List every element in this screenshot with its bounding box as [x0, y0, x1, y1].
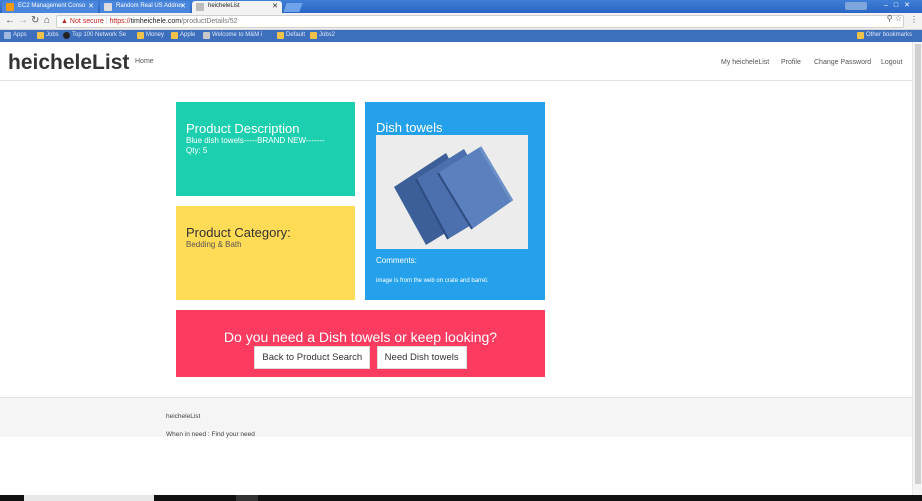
folder-icon	[37, 32, 44, 39]
tab-label: heicheleList	[208, 3, 240, 9]
folder-icon	[137, 32, 144, 39]
address-bar: ← → ↻ ⌂ ▲ Not secure | https://timheiche…	[0, 13, 922, 30]
bookmark-mm[interactable]: Welcome to M&M i	[203, 32, 263, 39]
bookmark-label: Welcome to M&M i	[212, 32, 263, 38]
quantity-text: Qty: 5	[186, 146, 208, 155]
product-image	[376, 135, 528, 249]
product-title: Dish towels	[376, 120, 443, 135]
os-taskbar	[0, 495, 922, 501]
url-path: /productDetails/52	[181, 18, 238, 25]
back-to-search-button[interactable]: Back to Product Search	[254, 346, 371, 369]
folder-icon	[277, 32, 284, 39]
bookmark-label: Jobs	[46, 32, 59, 38]
page-icon	[104, 3, 112, 11]
folder-icon	[310, 32, 317, 39]
product-description-card: Product Description Blue dish towels----…	[176, 102, 355, 196]
warning-icon: ▲	[61, 18, 68, 25]
call-to-action-card: Do you need a Dish towels or keep lookin…	[176, 310, 545, 377]
folder-icon	[857, 32, 864, 39]
nav-profile-link[interactable]: Profile	[781, 59, 801, 66]
eye-icon	[63, 32, 70, 39]
site-navbar: heicheleList Home My heicheleList Profil…	[0, 42, 912, 81]
browser-tab-strip: EC2 Management Conso ✕ Random Real US Ad…	[0, 0, 922, 13]
comments-label: Comments:	[376, 256, 417, 265]
folder-icon	[171, 32, 178, 39]
nav-change-password-link[interactable]: Change Password	[814, 59, 871, 66]
close-icon[interactable]: ✕	[180, 2, 186, 10]
bookmark-label: Top 100 Network Se	[72, 32, 127, 38]
product-card: Dish towels Comments: image is from the …	[365, 102, 545, 300]
forward-arrow-icon[interactable]: →	[18, 15, 28, 26]
bookmark-label: Apple	[180, 32, 196, 38]
search-icon[interactable]: ⚲ ☆	[887, 14, 902, 23]
page-icon	[196, 3, 204, 11]
category-heading: Product Category:	[186, 225, 291, 240]
apps-icon	[4, 32, 11, 39]
url-protocol: https://	[109, 18, 131, 25]
bookmark-default[interactable]: Default	[277, 32, 306, 39]
bookmark-jobs[interactable]: Jobs	[37, 32, 59, 39]
aws-icon	[6, 3, 14, 11]
taskbar-item[interactable]	[236, 495, 258, 501]
bookmark-money[interactable]: Money	[137, 32, 165, 39]
bookmark-top100[interactable]: Top 100 Network Se	[63, 32, 127, 39]
home-icon[interactable]: ⌂	[44, 15, 50, 26]
footer-tagline: When in need : Find your need	[166, 431, 255, 438]
reload-icon[interactable]: ↻	[31, 15, 39, 26]
nav-logout-link[interactable]: Logout	[881, 59, 902, 66]
bookmark-apple[interactable]: Apple	[171, 32, 196, 39]
bookmark-label: Other bookmarks	[866, 32, 913, 38]
cta-question: Do you need a Dish towels or keep lookin…	[223, 329, 498, 345]
bookmark-label: Money	[146, 32, 165, 38]
footer-brand: heicheleList	[166, 413, 201, 420]
scrollbar-thumb[interactable]	[915, 44, 921, 484]
bookmark-label: Apps	[13, 32, 27, 38]
close-icon[interactable]: ✕	[88, 2, 94, 10]
bookmark-label: Default	[286, 32, 306, 38]
menu-icon[interactable]: ⋮	[910, 15, 918, 24]
tab-label: Random Real US Addres	[116, 3, 184, 9]
page-scrollbar[interactable]	[912, 42, 922, 501]
back-arrow-icon[interactable]: ←	[5, 15, 15, 26]
product-category-card: Product Category: Bedding & Bath	[176, 206, 355, 300]
close-icon[interactable]: ✕	[272, 2, 278, 10]
brand-logo[interactable]: heicheleList	[8, 51, 129, 75]
bookmarks-bar: Apps Jobs Top 100 Network Se Money Apple…	[0, 30, 922, 42]
new-tab-button[interactable]	[283, 3, 303, 12]
tab-ec2[interactable]: EC2 Management Conso ✕	[2, 1, 98, 13]
page-content: heicheleList Home My heicheleList Profil…	[0, 42, 912, 501]
tab-random-address[interactable]: Random Real US Addres ✕	[100, 1, 190, 13]
bookmark-other[interactable]: Other bookmarks	[857, 32, 913, 39]
nav-home-link[interactable]: Home	[135, 58, 154, 65]
security-label[interactable]: Not secure	[70, 18, 104, 25]
bookmark-apps[interactable]: Apps	[4, 32, 27, 39]
url-input[interactable]: ▲ Not secure | https://timheichele.com/p…	[56, 15, 904, 28]
taskbar-item[interactable]	[24, 495, 154, 501]
need-item-button[interactable]: Need Dish towels	[376, 346, 467, 369]
tab-heichelelist[interactable]: heicheleList ✕	[192, 1, 282, 13]
description-text: Blue dish towels-----BRAND NEW-------	[186, 136, 325, 145]
page-icon	[203, 32, 210, 39]
nav-my-list-link[interactable]: My heicheleList	[721, 59, 769, 66]
tab-label: EC2 Management Conso	[18, 3, 86, 9]
comments-text: image is from the web on crate and barre…	[376, 278, 489, 284]
category-value: Bedding & Bath	[186, 240, 242, 249]
bookmark-jobs2[interactable]: Jobs2	[310, 32, 336, 39]
bookmark-label: Jobs2	[319, 32, 336, 38]
description-heading: Product Description	[186, 121, 300, 136]
profile-badge[interactable]	[845, 2, 867, 10]
window-controls[interactable]: –□✕	[884, 1, 916, 9]
url-host: timheichele.com	[130, 18, 182, 25]
site-footer: heicheleList When in need : Find your ne…	[0, 397, 912, 438]
